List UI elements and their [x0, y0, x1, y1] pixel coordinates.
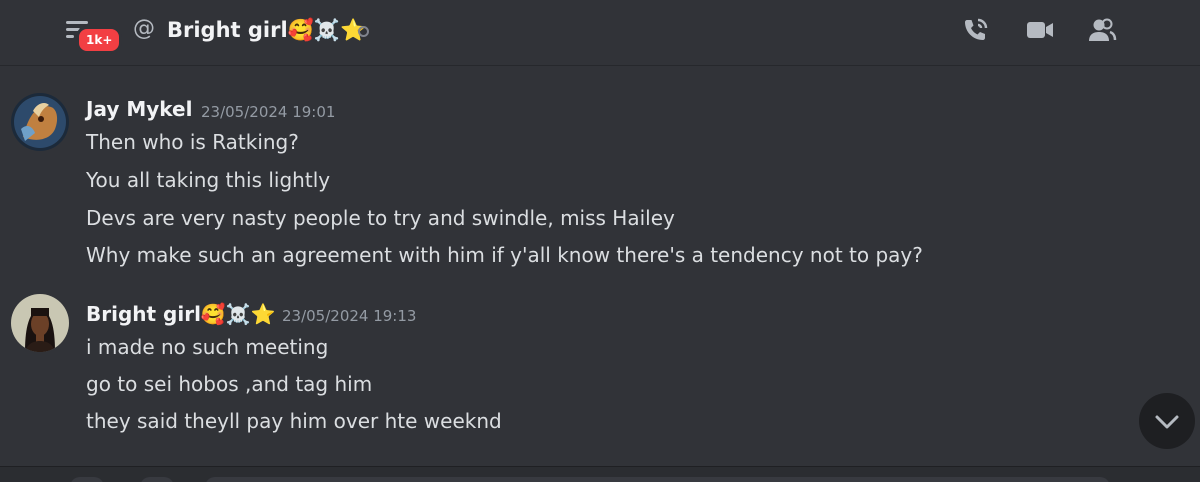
video-call-button[interactable]: [1024, 14, 1056, 46]
message-input[interactable]: [205, 477, 1110, 482]
message-text: go to sei hobos ,and tag him: [86, 372, 373, 396]
call-icon: [965, 18, 988, 40]
members-button[interactable]: [1086, 14, 1118, 46]
message-text: Why make such an agreement with him if y…: [86, 243, 923, 267]
avatar[interactable]: [11, 93, 69, 151]
message-text: i made no such meeting: [86, 335, 329, 359]
message-text: Then who is Ratking?: [86, 130, 299, 154]
message-text: Devs are very nasty people to try and sw…: [86, 206, 675, 230]
message-timestamp: 23/05/2024 19:13: [282, 307, 417, 325]
notification-badge: 1k+: [76, 26, 123, 54]
avatar[interactable]: [11, 294, 69, 352]
jump-to-bottom-button[interactable]: [1139, 393, 1195, 449]
members-icon: [1089, 18, 1117, 41]
avatar-image: [11, 93, 69, 151]
message-author[interactable]: Bright girl🥰☠️⭐: [86, 301, 276, 327]
avatar-image: [11, 294, 69, 352]
message-list: Jay Mykel 23/05/2024 19:01 Then who is R…: [0, 66, 1200, 466]
composer-plus-button[interactable]: [70, 477, 104, 482]
at-icon: @: [133, 16, 155, 41]
channel-header: 1k+ @ Bright girl🥰☠️⭐: [0, 0, 1200, 66]
message-text: they said theyll pay him over hte weeknd: [86, 409, 502, 433]
channel-title: Bright girl🥰☠️⭐: [167, 18, 367, 42]
video-icon: [1027, 22, 1053, 38]
chat-window: 1k+ @ Bright girl🥰☠️⭐ Jay Mykel 23/05/20…: [0, 0, 1200, 482]
status-indicator: [358, 26, 369, 37]
message-author[interactable]: Jay Mykel: [86, 96, 192, 122]
chevron-down-icon: [1155, 415, 1179, 429]
composer-apps-button[interactable]: [140, 477, 174, 482]
message-composer-bar: [0, 466, 1200, 482]
message-text: You all taking this lightly: [86, 168, 331, 192]
call-button[interactable]: [960, 14, 992, 46]
message-timestamp: 23/05/2024 19:01: [201, 103, 336, 121]
menu-button[interactable]: 1k+: [66, 17, 123, 54]
